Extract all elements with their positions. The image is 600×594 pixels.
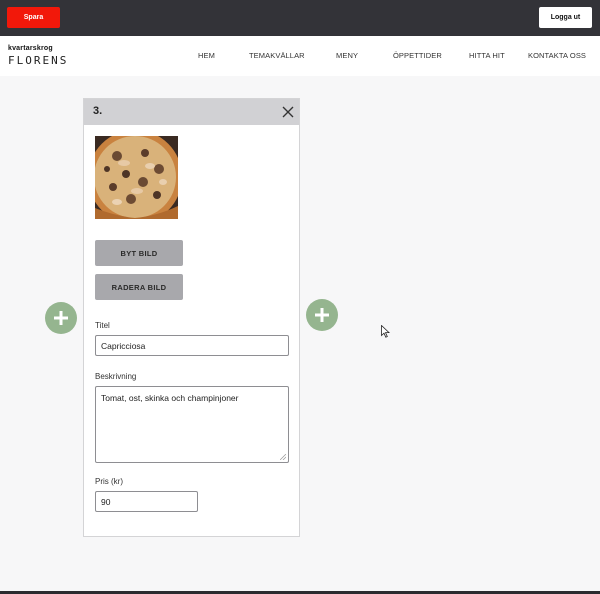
title-input[interactable]: Capricciosa <box>95 335 289 356</box>
logo-text-bottom: FLORENS <box>8 54 69 67</box>
nav-item-kontakta-oss[interactable]: KONTAKTA OSS <box>528 51 586 60</box>
close-icon[interactable] <box>282 106 294 118</box>
change-image-button[interactable]: BYT BILD <box>95 240 183 266</box>
card-number: 3. <box>93 105 103 117</box>
nav-item-temakvallar[interactable]: TEMAKVÄLLAR <box>249 51 305 60</box>
nav-item-meny[interactable]: MENY <box>336 51 358 60</box>
card-header: 3. <box>84 99 299 125</box>
top-toolbar: Spara Logga ut <box>0 0 600 36</box>
logo-text-top: kvartarskrog <box>8 45 53 52</box>
site-logo[interactable]: kvartarskrog FLORENS <box>8 45 68 69</box>
nav-item-oppettider[interactable]: ÖPPETTIDER <box>393 51 442 60</box>
price-label: Pris (kr) <box>95 477 123 486</box>
menu-item-card: 3. BYT BILD RADERA BILD Titel Capriccios… <box>83 98 300 537</box>
description-text: Tomat, ost, skinka och champinjoner <box>101 393 239 403</box>
nav-item-hem[interactable]: HEM <box>198 51 215 60</box>
plus-icon <box>315 308 329 322</box>
pizza-photo <box>95 136 178 219</box>
nav-item-hitta-hit[interactable]: HITTA HIT <box>469 51 505 60</box>
description-textarea[interactable]: Tomat, ost, skinka och champinjoner <box>95 386 289 463</box>
logout-button[interactable]: Logga ut <box>539 7 592 28</box>
mouse-cursor-icon <box>381 325 390 338</box>
save-button[interactable]: Spara <box>7 7 60 28</box>
delete-image-button[interactable]: RADERA BILD <box>95 274 183 300</box>
resize-handle-icon[interactable] <box>280 454 286 460</box>
description-label: Beskrivning <box>95 372 137 381</box>
title-label: Titel <box>95 321 110 330</box>
site-navbar: kvartarskrog FLORENS HEM TEMAKVÄLLAR MEN… <box>0 36 600 76</box>
add-item-left-button[interactable] <box>45 302 77 334</box>
price-input[interactable]: 90 <box>95 491 198 512</box>
plus-icon <box>54 311 68 325</box>
add-item-right-button[interactable] <box>306 299 338 331</box>
